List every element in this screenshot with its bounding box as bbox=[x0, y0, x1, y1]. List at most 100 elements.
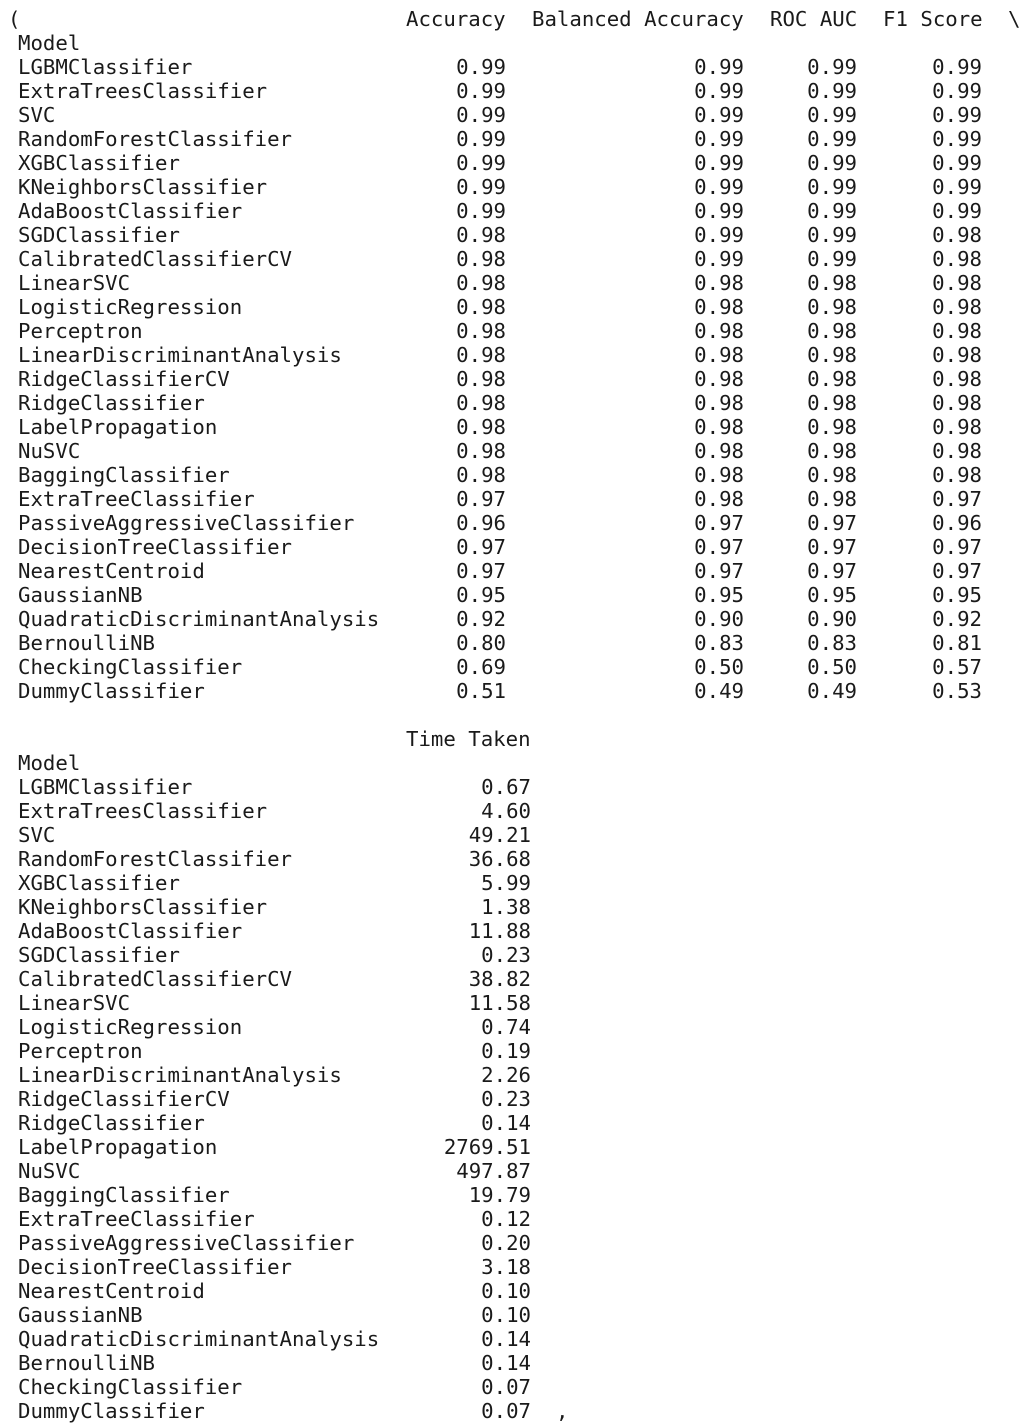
row-label: GaussianNB bbox=[18, 583, 143, 607]
table-cell: 0.99 bbox=[932, 151, 982, 175]
row-label: ExtraTreeClassifier bbox=[18, 487, 255, 511]
table-cell: 0.98 bbox=[807, 415, 857, 439]
table-cell: 0.98 bbox=[932, 223, 982, 247]
table-cell: 0.74 bbox=[481, 1015, 531, 1039]
table-cell: 0.99 bbox=[694, 127, 744, 151]
table-cell: 0.98 bbox=[694, 295, 744, 319]
row-label: LabelPropagation bbox=[18, 415, 218, 439]
table-cell: 0.98 bbox=[932, 247, 982, 271]
table-cell: 0.99 bbox=[456, 127, 506, 151]
table-cell: 0.98 bbox=[456, 295, 506, 319]
row-label: LinearSVC bbox=[18, 271, 131, 295]
table-cell: 0.98 bbox=[932, 367, 982, 391]
row-label: BaggingClassifier bbox=[18, 1183, 230, 1207]
table-cell: 0.98 bbox=[807, 367, 857, 391]
table-cell: 0.57 bbox=[932, 655, 982, 679]
row-label: ExtraTreesClassifier bbox=[18, 799, 268, 823]
row-label: GaussianNB bbox=[18, 1303, 143, 1327]
table-cell: 0.97 bbox=[932, 535, 982, 559]
column-header-balanced-accuracy: Balanced Accuracy bbox=[532, 7, 744, 31]
table-cell: 0.98 bbox=[694, 487, 744, 511]
table-cell: 0.97 bbox=[807, 535, 857, 559]
table-cell: 0.95 bbox=[456, 583, 506, 607]
row-label: PassiveAggressiveClassifier bbox=[18, 1231, 355, 1255]
table-cell: 0.98 bbox=[694, 367, 744, 391]
table-cell: 0.97 bbox=[694, 511, 744, 535]
table-cell: 0.81 bbox=[932, 631, 982, 655]
table-cell: 0.14 bbox=[481, 1327, 531, 1351]
table-cell: 0.99 bbox=[807, 247, 857, 271]
row-label: RidgeClassifierCV bbox=[18, 1087, 230, 1111]
row-label: SVC bbox=[18, 103, 56, 127]
table-cell: 0.97 bbox=[456, 535, 506, 559]
row-label: CalibratedClassifierCV bbox=[18, 967, 293, 991]
table-cell: 0.99 bbox=[932, 175, 982, 199]
table-cell: 0.07 bbox=[481, 1375, 531, 1399]
table-cell: 0.99 bbox=[694, 223, 744, 247]
row-label: LabelPropagation bbox=[18, 1135, 218, 1159]
row-label: RandomForestClassifier bbox=[18, 847, 293, 871]
row-label: CheckingClassifier bbox=[18, 1375, 243, 1399]
table-cell: 0.98 bbox=[807, 271, 857, 295]
table-cell: 0.92 bbox=[456, 607, 506, 631]
table-cell: 0.99 bbox=[807, 127, 857, 151]
table-cell: 0.97 bbox=[456, 487, 506, 511]
table-cell: 0.20 bbox=[481, 1231, 531, 1255]
row-label: LinearDiscriminantAnalysis bbox=[18, 1063, 342, 1087]
column-header-accuracy: Accuracy bbox=[406, 7, 506, 31]
table-cell: 0.98 bbox=[932, 271, 982, 295]
table-cell: 0.98 bbox=[694, 271, 744, 295]
row-label: LGBMClassifier bbox=[18, 55, 193, 79]
table-cell: 0.80 bbox=[456, 631, 506, 655]
row-label: LogisticRegression bbox=[18, 295, 243, 319]
table-cell: 0.98 bbox=[456, 367, 506, 391]
table-cell: 0.99 bbox=[807, 79, 857, 103]
row-label: LGBMClassifier bbox=[18, 775, 193, 799]
table-cell: 0.98 bbox=[807, 487, 857, 511]
table-cell: 0.98 bbox=[932, 463, 982, 487]
close-paren-comma: , bbox=[556, 1399, 569, 1423]
row-label: AdaBoostClassifier bbox=[18, 199, 243, 223]
row-label: NearestCentroid bbox=[18, 1279, 205, 1303]
table-cell: 0.53 bbox=[932, 679, 982, 703]
table-cell: 0.49 bbox=[694, 679, 744, 703]
table-cell: 0.14 bbox=[481, 1111, 531, 1135]
column-header-f1-score: F1 Score bbox=[883, 7, 983, 31]
index-name: Model bbox=[18, 31, 81, 55]
table-cell: 0.95 bbox=[807, 583, 857, 607]
table-cell: 0.99 bbox=[694, 55, 744, 79]
table-cell: 0.98 bbox=[694, 463, 744, 487]
row-label: Perceptron bbox=[18, 319, 143, 343]
table-cell: 11.58 bbox=[468, 991, 531, 1015]
table-cell: 0.99 bbox=[807, 223, 857, 247]
open-paren: ( bbox=[8, 7, 21, 31]
table-cell: 0.49 bbox=[807, 679, 857, 703]
table-cell: 0.07 bbox=[481, 1399, 531, 1423]
table-cell: 0.96 bbox=[932, 511, 982, 535]
table-cell: 0.98 bbox=[456, 271, 506, 295]
table-cell: 49.21 bbox=[468, 823, 531, 847]
row-label: SGDClassifier bbox=[18, 223, 180, 247]
row-label: BernoulliNB bbox=[18, 1351, 156, 1375]
table-cell: 0.98 bbox=[694, 415, 744, 439]
table-cell: 0.99 bbox=[694, 247, 744, 271]
table-cell: 36.68 bbox=[468, 847, 531, 871]
table-cell: 0.98 bbox=[807, 319, 857, 343]
index-name: Model bbox=[18, 751, 81, 775]
table-cell: 0.99 bbox=[694, 151, 744, 175]
row-label: XGBClassifier bbox=[18, 871, 180, 895]
table-cell: 0.92 bbox=[932, 607, 982, 631]
table-cell: 0.98 bbox=[694, 391, 744, 415]
row-label: CheckingClassifier bbox=[18, 655, 243, 679]
row-label: Perceptron bbox=[18, 1039, 143, 1063]
table-cell: 0.98 bbox=[932, 391, 982, 415]
row-label: RandomForestClassifier bbox=[18, 127, 293, 151]
table-cell: 0.98 bbox=[694, 319, 744, 343]
row-label: KNeighborsClassifier bbox=[18, 175, 268, 199]
row-label: NuSVC bbox=[18, 439, 81, 463]
table-cell: 0.83 bbox=[694, 631, 744, 655]
row-label: NuSVC bbox=[18, 1159, 81, 1183]
table-cell: 0.14 bbox=[481, 1351, 531, 1375]
row-label: RidgeClassifier bbox=[18, 391, 205, 415]
table-cell: 0.99 bbox=[694, 199, 744, 223]
